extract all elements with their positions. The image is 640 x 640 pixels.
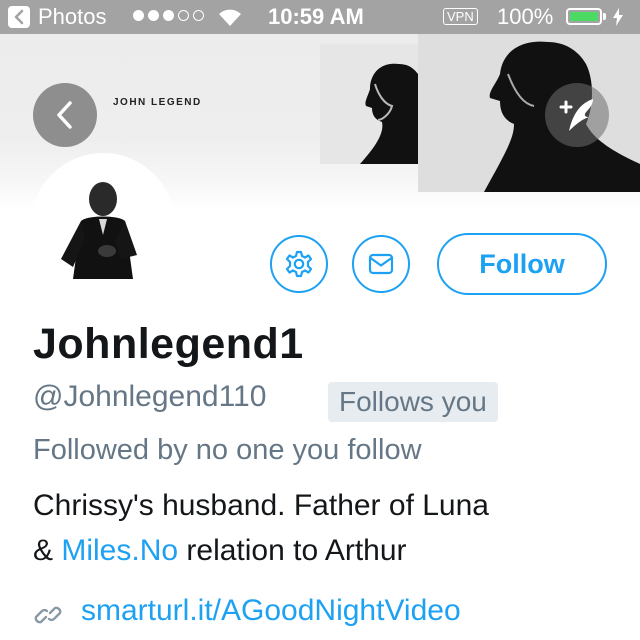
wifi-icon xyxy=(219,9,241,26)
battery-icon xyxy=(566,8,602,25)
back-chevron-icon xyxy=(57,101,72,129)
follow-button[interactable]: Follow xyxy=(437,233,607,295)
signal-strength-icon xyxy=(133,10,204,21)
link-icon xyxy=(34,606,62,624)
back-button[interactable] xyxy=(33,83,97,147)
battery-percentage: 100% xyxy=(497,4,554,29)
envelope-icon xyxy=(368,253,394,275)
settings-button[interactable] xyxy=(270,235,328,293)
back-to-app-label[interactable]: Photos xyxy=(38,4,107,30)
display-name: Johnlegend1 xyxy=(33,320,304,368)
bolt-icon xyxy=(613,8,623,26)
battery-tip xyxy=(603,13,606,20)
bio-ampersand: & xyxy=(33,534,62,567)
bio-rest: relation to Arthur xyxy=(178,534,407,567)
banner-logo-text: JOHN LEGEND xyxy=(113,97,202,108)
follows-you-badge: Follows you xyxy=(328,382,498,422)
compose-icon xyxy=(559,99,593,131)
gear-icon xyxy=(285,250,313,278)
status-bar: Photos 10:59 AM VPN 100% xyxy=(0,0,640,34)
followed-by-text: Followed by no one you follow xyxy=(33,434,422,466)
profile-bio: Chrissy's husband. Father of Luna & Mile… xyxy=(33,483,623,573)
avatar[interactable] xyxy=(37,159,169,291)
back-to-app-icon[interactable] xyxy=(8,6,30,28)
username-handle: @Johnlegend110 xyxy=(33,380,267,413)
bio-link[interactable]: Miles.No xyxy=(61,534,178,567)
profile-url-link[interactable]: smarturl.it/AGoodNightVideo xyxy=(81,594,461,628)
compose-tweet-button[interactable] xyxy=(545,83,609,147)
direct-message-button[interactable] xyxy=(352,235,410,293)
vpn-badge: VPN xyxy=(443,8,478,25)
bio-line-1: Chrissy's husband. Father of Luna xyxy=(33,489,489,522)
status-time: 10:59 AM xyxy=(268,4,364,29)
avatar-ring xyxy=(31,153,175,297)
